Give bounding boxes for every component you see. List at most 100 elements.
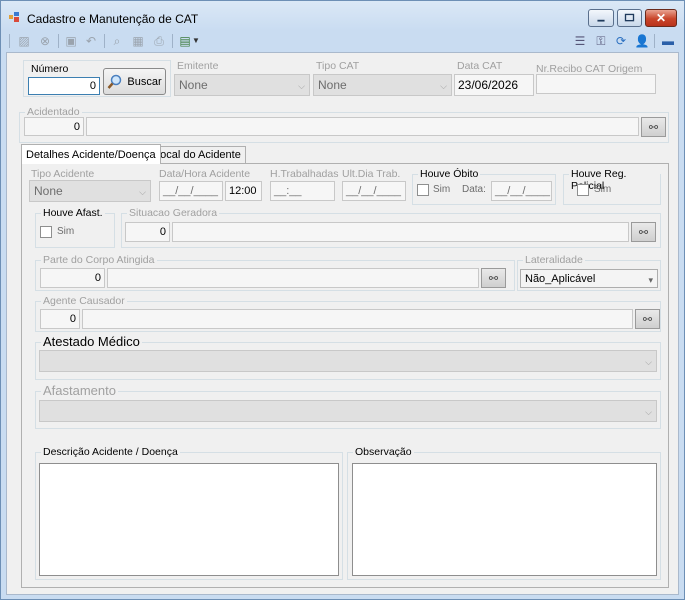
parte-corpo-lookup-button[interactable]: ⚯ — [481, 268, 506, 288]
agente-name-input[interactable] — [82, 309, 633, 329]
obito-data-label: Data: — [462, 184, 486, 195]
emitente-value: None — [179, 78, 208, 92]
user-icon[interactable]: 👤 — [634, 33, 650, 49]
afast-label: Houve Afast. — [41, 207, 105, 219]
minimize-icon — [597, 19, 605, 22]
exit-icon[interactable]: ▬ — [660, 33, 676, 49]
obito-data-input[interactable]: __/__/____ — [491, 181, 552, 201]
data-acidente-input[interactable]: __/__/____ — [159, 181, 223, 201]
binoculars-icon: ⚯ — [488, 272, 499, 285]
data-cat-input[interactable]: 23/06/2026 — [454, 74, 534, 96]
lateralidade-value: Não_Aplicável — [525, 272, 596, 285]
binoculars-icon: ⚯ — [648, 121, 659, 134]
afast-checkbox[interactable] — [40, 226, 52, 238]
chevron-down-icon: ⌵ — [645, 357, 652, 367]
data-hora-label: Data/Hora Acidente — [159, 168, 251, 180]
h-trabalhadas-input[interactable]: __:__ — [270, 181, 335, 201]
toolbar-separator — [654, 34, 655, 48]
h-trabalhadas-label: H.Trabalhadas — [270, 168, 339, 180]
search-icon[interactable]: ⌕ — [109, 33, 125, 49]
acidentado-code-input[interactable]: 0 — [24, 117, 84, 136]
tipo-cat-label: Tipo CAT — [316, 60, 360, 72]
toolbar-grip — [9, 34, 10, 48]
obito-label: Houve Óbito — [418, 168, 481, 180]
magnifier-icon — [107, 74, 122, 89]
afastamento-select[interactable]: ⌵ — [39, 400, 657, 422]
tipo-acidente-value: None — [34, 184, 63, 198]
maximize-button[interactable] — [617, 9, 642, 27]
parte-corpo-code-input[interactable]: 0 — [40, 268, 105, 288]
toolbar-separator — [172, 34, 173, 48]
tab-local[interactable]: Local do Acidente — [149, 146, 246, 163]
refresh-icon[interactable]: ⟳ — [613, 33, 629, 49]
tab-panel-detalhes: Tipo Acidente None ⌵ Data/Hora Acidente … — [21, 163, 669, 588]
situacao-code-input[interactable]: 0 — [125, 222, 170, 242]
tipo-acidente-label: Tipo Acidente — [31, 168, 95, 180]
form-client-area: Número 0 Buscar Emitente None ⌵ Tipo CAT… — [6, 52, 679, 595]
ult-dia-input[interactable]: __/__/____ — [342, 181, 406, 201]
numero-input[interactable]: 0 — [28, 77, 100, 95]
obito-sim-label: Sim — [433, 184, 451, 195]
situacao-name-input[interactable] — [172, 222, 629, 242]
afastamento-label: Afastamento — [41, 383, 118, 398]
window-title: Cadastro e Manutenção de CAT — [27, 12, 199, 26]
tipo-cat-select[interactable]: None ⌵ — [313, 74, 452, 96]
ult-dia-label: Ult.Dia Trab. — [342, 168, 401, 180]
tab-detalhes[interactable]: Detalhes Acidente/Doença — [21, 144, 161, 164]
atestado-label: Atestado Médico — [41, 334, 142, 349]
buscar-label: Buscar — [127, 75, 162, 88]
dropdown-arrow-icon[interactable]: ▼ — [191, 33, 201, 49]
undo-icon[interactable]: ↶ — [83, 33, 99, 49]
emitente-label: Emitente — [177, 60, 219, 72]
toolbar-separator — [58, 34, 59, 48]
lateralidade-select[interactable]: Não_Aplicável ▾ — [520, 269, 658, 288]
print-icon[interactable]: ⎙ — [151, 33, 167, 49]
emitente-select[interactable]: None ⌵ — [174, 74, 310, 96]
keys-icon[interactable]: ⚿ — [593, 33, 609, 49]
reg-policial-sim-label: Sim — [594, 184, 612, 195]
toolbar-separator — [104, 34, 105, 48]
tab-label: Local do Acidente — [154, 149, 241, 161]
observacao-label: Observação — [353, 446, 414, 458]
situacao-lookup-button[interactable]: ⚯ — [631, 222, 656, 242]
descricao-textarea[interactable] — [39, 463, 339, 576]
reg-policial-checkbox[interactable] — [577, 184, 589, 196]
situacao-label: Situacao Geradora — [127, 207, 220, 219]
acidentado-lookup-button[interactable]: ⚯ — [641, 117, 666, 137]
toolbar: ▨ ⊗ ▣ ↶ ⌕ ▦ ⎙ ▤ ▼ ☰ ⚿ ⟳ 👤 ▬ — [6, 31, 679, 51]
save-icon[interactable]: ▣ — [63, 33, 79, 49]
parte-corpo-label: Parte do Corpo Atingida — [41, 254, 157, 266]
lateralidade-label: Lateralidade — [523, 254, 585, 266]
hora-acidente-input[interactable]: 12:00 — [225, 181, 262, 201]
list-icon[interactable]: ☰ — [572, 33, 588, 49]
app-icon — [9, 12, 19, 22]
atestado-select[interactable]: ⌵ — [39, 350, 657, 372]
tab-label: Detalhes Acidente/Doença — [26, 148, 156, 161]
close-button[interactable]: ✕ — [645, 9, 677, 27]
descricao-label: Descrição Acidente / Doença — [41, 446, 180, 458]
numero-label: Número — [31, 63, 69, 75]
agente-lookup-button[interactable]: ⚯ — [635, 309, 660, 329]
obito-checkbox[interactable] — [417, 184, 429, 196]
title-bar: Cadastro e Manutenção de CAT ✕ — [1, 1, 684, 31]
minimize-button[interactable] — [588, 9, 614, 27]
binoculars-icon: ⚯ — [638, 226, 649, 239]
new-icon[interactable]: ▨ — [16, 33, 32, 49]
close-icon: ✕ — [655, 11, 667, 25]
app-window: Cadastro e Manutenção de CAT ✕ ▨ ⊗ ▣ ↶ ⌕… — [0, 0, 685, 600]
chevron-down-icon: ▾ — [648, 274, 653, 285]
grid-icon[interactable]: ▦ — [130, 33, 146, 49]
afast-sim-label: Sim — [57, 226, 75, 237]
acidentado-name-input[interactable] — [86, 117, 639, 136]
observacao-textarea[interactable] — [352, 463, 657, 576]
recibo-input[interactable] — [536, 74, 656, 94]
tipo-cat-value: None — [318, 78, 347, 92]
parte-corpo-name-input[interactable] — [107, 268, 479, 288]
delete-icon[interactable]: ⊗ — [37, 33, 53, 49]
data-cat-label: Data CAT — [457, 60, 503, 72]
buscar-button[interactable]: Buscar — [103, 68, 166, 95]
agente-code-input[interactable]: 0 — [40, 309, 80, 329]
tipo-acidente-select[interactable]: None ⌵ — [29, 180, 151, 202]
chevron-down-icon: ⌵ — [645, 407, 652, 417]
chevron-down-icon: ⌵ — [298, 81, 305, 91]
